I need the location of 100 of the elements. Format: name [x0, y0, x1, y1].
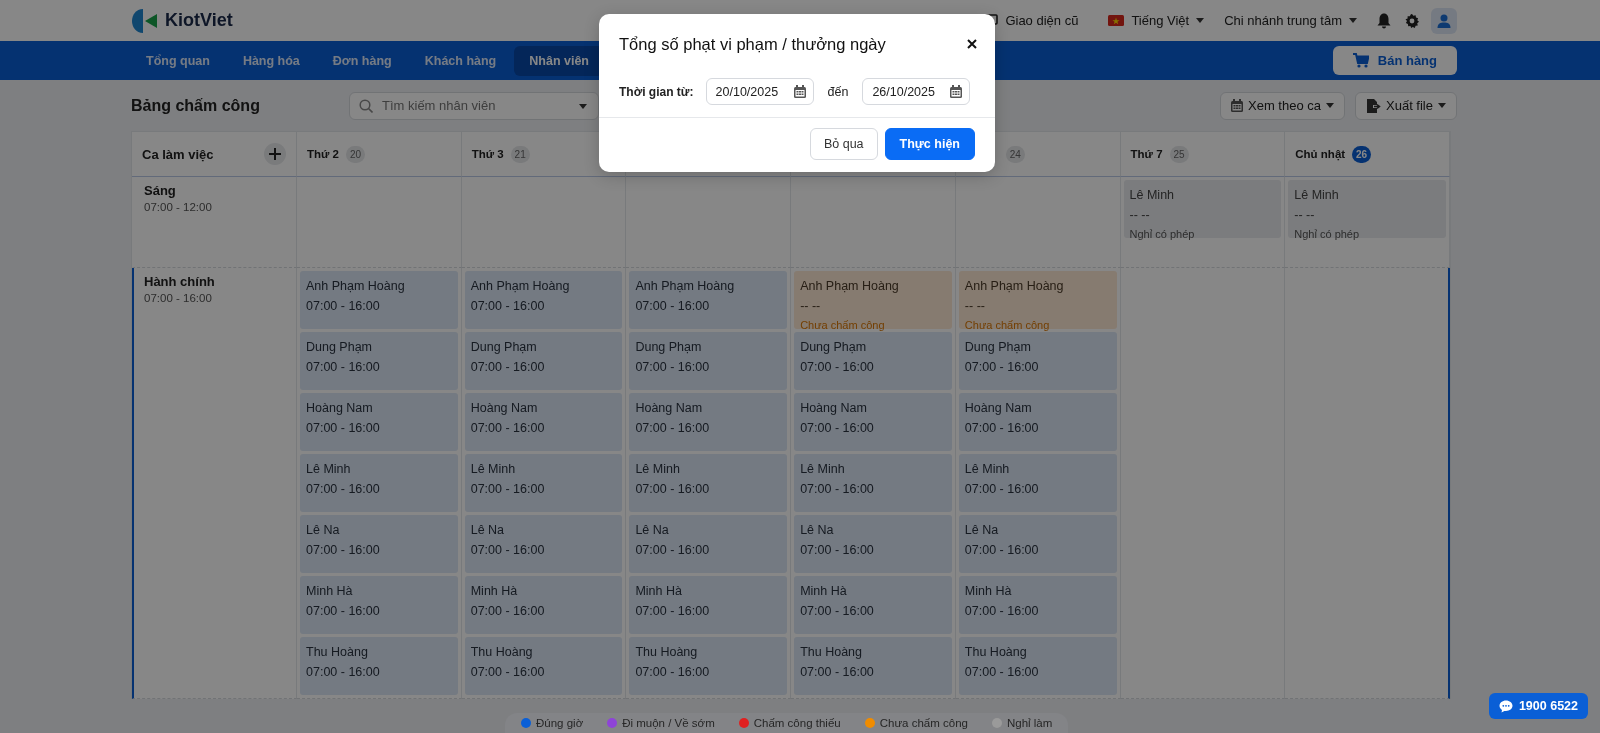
- page-title: Bảng chấm công: [131, 96, 261, 115]
- shift-time: 07:00 - 16:00: [800, 421, 875, 435]
- nav-tab[interactable]: Khách hàng: [409, 45, 512, 76]
- shift-card[interactable]: Lê Na 07:00 - 16:00: [464, 515, 623, 573]
- shift-card[interactable]: Thu Hoàng 07:00 - 16:00: [794, 637, 952, 695]
- confirm-button[interactable]: Thực hiện: [884, 128, 975, 160]
- shift-card[interactable]: Anh Phạm Hoàng -- -- Chưa chấm công: [958, 271, 1117, 329]
- logo-icon: [131, 7, 159, 34]
- branch-selector[interactable]: Chi nhánh trung tâm: [1224, 13, 1342, 28]
- employee-name: Lê Minh: [306, 462, 352, 476]
- shift-card[interactable]: Anh Phạm Hoàng -- -- Chưa chấm công: [794, 271, 952, 329]
- shift-time: 07:00 - 16:00: [964, 421, 1040, 435]
- field-label: Thời gian từ:: [619, 84, 694, 99]
- shift-time: 07:00 - 16:00: [635, 482, 711, 496]
- search-field[interactable]: Tìm kiếm nhân viên: [349, 91, 599, 120]
- column-title: Ca làm việc: [142, 146, 214, 162]
- shift-card[interactable]: Lê Minh 07:00 - 16:00: [794, 454, 952, 512]
- shift-time: -- --: [800, 299, 822, 313]
- shift-time: 07:00 - 16:00: [306, 299, 381, 313]
- shift-card[interactable]: Lê Na 07:00 - 16:00: [300, 515, 458, 573]
- shift-card[interactable]: Minh Hà 07:00 - 16:00: [794, 576, 952, 634]
- employee-name: Hoàng Nam: [800, 401, 868, 415]
- logo-text: KiotViet: [165, 10, 233, 31]
- language-selector[interactable]: Tiếng Việt: [1131, 13, 1190, 28]
- shift-card[interactable]: Hoàng Nam 07:00 - 16:00: [794, 393, 952, 451]
- nav-tab[interactable]: Hàng hóa: [227, 45, 315, 76]
- shift-card[interactable]: Lê Na 07:00 - 16:00: [958, 515, 1117, 573]
- shift-time: 07:00 - 16:00: [800, 360, 875, 374]
- shift-time: 07:00 - 16:00: [470, 360, 546, 374]
- shift-time: 07:00 - 16:00: [635, 543, 711, 557]
- shift-card[interactable]: Hoàng Nam 07:00 - 16:00: [958, 393, 1117, 451]
- shift-card[interactable]: Minh Hà 07:00 - 16:00: [629, 576, 788, 634]
- caret-icon: [1438, 103, 1446, 108]
- shift-time: 07:00 - 16:00: [306, 421, 381, 435]
- employee-name: Dung Phạm: [800, 340, 868, 354]
- user-avatar[interactable]: [1431, 7, 1457, 34]
- date-badge: 25: [1169, 145, 1189, 163]
- nav-tab[interactable]: Đơn hàng: [317, 45, 407, 76]
- shift-card[interactable]: Hoàng Nam 07:00 - 16:00: [464, 393, 623, 451]
- shift-card[interactable]: Dung Phạm 07:00 - 16:00: [629, 332, 788, 390]
- date-badge: 24: [1005, 145, 1025, 163]
- shift-card[interactable]: Lê Minh 07:00 - 16:00: [629, 454, 788, 512]
- shift-card[interactable]: Thu Hoàng 07:00 - 16:00: [958, 637, 1117, 695]
- shift-card[interactable]: Minh Hà 07:00 - 16:00: [464, 576, 623, 634]
- date-field[interactable]: 20/10/2025: [705, 78, 814, 105]
- shift-card[interactable]: Thu Hoàng 07:00 - 16:00: [629, 637, 788, 695]
- shift-card[interactable]: Hoàng Nam 07:00 - 16:00: [300, 393, 458, 451]
- shift-hours: 07:00 - 12:00: [144, 201, 213, 213]
- shift-card[interactable]: Anh Phạm Hoàng 07:00 - 16:00: [629, 271, 788, 329]
- shift-card[interactable]: Lê Na 07:00 - 16:00: [629, 515, 788, 573]
- shift-card[interactable]: Lê Minh 07:00 - 16:00: [300, 454, 458, 512]
- shift-card[interactable]: Dung Phạm 07:00 - 16:00: [958, 332, 1117, 390]
- shift-card[interactable]: Minh Hà 07:00 - 16:00: [300, 576, 458, 634]
- shift-card[interactable]: Minh Hà 07:00 - 16:00: [958, 576, 1117, 634]
- shift-time: 07:00 - 16:00: [470, 665, 546, 679]
- shift-time: 07:00 - 16:00: [635, 299, 711, 313]
- employee-name: Minh Hà: [964, 584, 1013, 598]
- cart-icon: [1352, 53, 1369, 68]
- sell-button[interactable]: Bán hàng: [1332, 46, 1457, 75]
- shift-time: 07:00 - 16:00: [470, 543, 546, 557]
- shift-card[interactable]: Thu Hoàng 07:00 - 16:00: [464, 637, 623, 695]
- shift-card[interactable]: Lê Minh 07:00 - 16:00: [464, 454, 623, 512]
- shift-card[interactable]: Dung Phạm 07:00 - 16:00: [794, 332, 952, 390]
- legend-label: Đúng giờ: [536, 717, 584, 729]
- old-interface-link[interactable]: Giao diện cũ: [1005, 13, 1079, 28]
- date-field[interactable]: 26/10/2025: [862, 78, 971, 105]
- date-badge: 26: [1352, 145, 1372, 163]
- view-button[interactable]: Xem theo ca: [1220, 91, 1345, 120]
- add-shift-button[interactable]: [264, 143, 286, 165]
- shift-card[interactable]: Lê Minh -- -- Nghỉ có phép: [1123, 180, 1282, 238]
- shift-time: 07:00 - 16:00: [964, 604, 1040, 618]
- settings-icon[interactable]: [1405, 13, 1419, 28]
- employee-name: Thu Hoàng: [964, 645, 1028, 659]
- shift-time: 07:00 - 16:00: [635, 665, 711, 679]
- flag-icon: [1108, 15, 1125, 26]
- employee-name: Lê Na: [306, 523, 341, 537]
- export-button[interactable]: Xuất file: [1355, 91, 1457, 120]
- shift-card[interactable]: Hoàng Nam 07:00 - 16:00: [629, 393, 788, 451]
- shift-card[interactable]: Lê Na 07:00 - 16:00: [794, 515, 952, 573]
- shift-card[interactable]: Lê Minh 07:00 - 16:00: [958, 454, 1117, 512]
- shift-time: 07:00 - 16:00: [800, 482, 875, 496]
- shift-card[interactable]: Dung Phạm 07:00 - 16:00: [464, 332, 623, 390]
- shift-card[interactable]: Lê Minh -- -- Nghỉ có phép: [1288, 180, 1446, 238]
- close-icon[interactable]: [967, 39, 977, 49]
- shift-time: 07:00 - 16:00: [635, 421, 711, 435]
- search-icon: [359, 98, 373, 113]
- shift-time: 07:00 - 16:00: [306, 604, 381, 618]
- employee-name: Anh Phạm Hoàng: [964, 279, 1065, 293]
- nav-tab[interactable]: Tổng quan: [131, 45, 225, 76]
- bell-icon[interactable]: [1377, 12, 1391, 29]
- caret-icon: [1196, 18, 1205, 23]
- cancel-button[interactable]: Bỏ qua: [809, 128, 878, 160]
- shift-card[interactable]: Anh Phạm Hoàng 07:00 - 16:00: [464, 271, 623, 329]
- shift-card[interactable]: Anh Phạm Hoàng 07:00 - 16:00: [300, 271, 458, 329]
- hotline-button[interactable]: 1900 6522: [1488, 693, 1588, 719]
- employee-name: Minh Hà: [635, 584, 683, 598]
- legend-label: Đi muộn / Về sớm: [622, 717, 715, 729]
- shift-card[interactable]: Thu Hoàng 07:00 - 16:00: [300, 637, 458, 695]
- shift-card[interactable]: Dung Phạm 07:00 - 16:00: [300, 332, 458, 390]
- employee-name: Thu Hoàng: [800, 645, 863, 659]
